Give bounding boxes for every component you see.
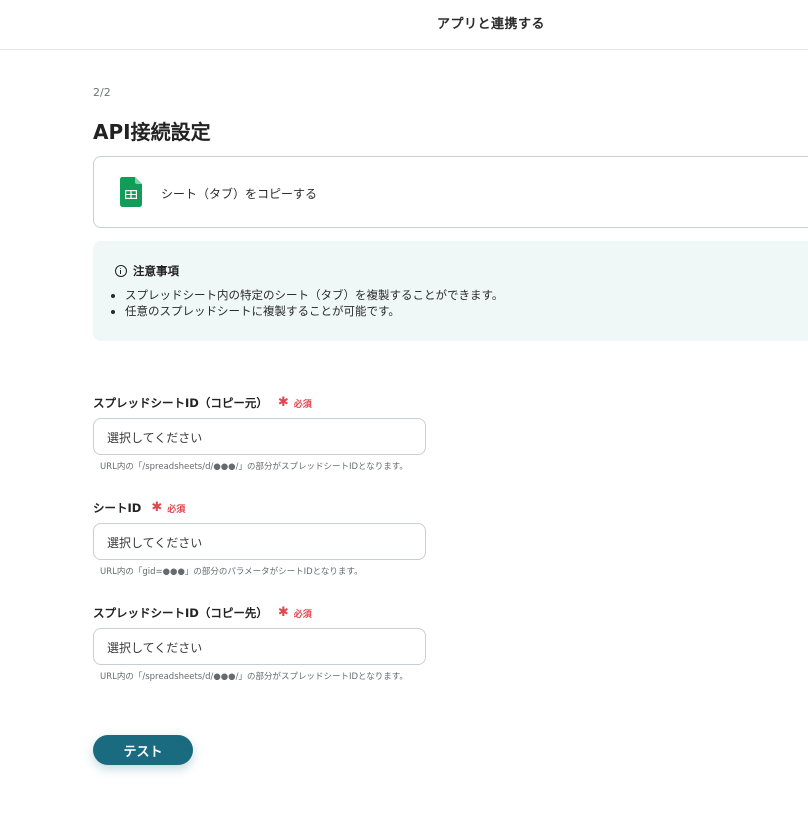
required-badge: ✱ 必須 xyxy=(277,605,312,620)
source-spreadsheet-id-label-row: スプレッドシートID（コピー元） ✱ 必須 xyxy=(93,395,312,411)
notice-list: スプレッドシート内の特定のシート（タブ）を複製することができます。 任意のスプレ… xyxy=(107,287,503,319)
asterisk-icon: ✱ xyxy=(277,395,289,410)
required-badge: ✱ 必須 xyxy=(151,500,186,515)
notice-item: スプレッドシート内の特定のシート（タブ）を複製することができます。 xyxy=(125,287,503,303)
page-title: API接続設定 xyxy=(93,120,211,144)
required-label: 必須 xyxy=(293,609,312,620)
required-label: 必須 xyxy=(293,399,312,410)
action-label: シート（タブ）をコピーする xyxy=(161,187,318,201)
select-placeholder: 選択してください xyxy=(107,536,203,550)
field-label: スプレッドシートID（コピー元） xyxy=(93,396,268,410)
field-label: シートID xyxy=(93,501,142,515)
required-badge: ✱ 必須 xyxy=(277,395,312,410)
sheet-id-label-row: シートID ✱ 必須 xyxy=(93,500,185,516)
top-header: アプリと連携する xyxy=(0,0,808,50)
select-placeholder: 選択してください xyxy=(107,431,203,445)
test-button[interactable]: テスト xyxy=(93,735,193,765)
google-sheets-icon xyxy=(120,177,142,207)
notice-item: 任意のスプレッドシートに複製することが可能です。 xyxy=(125,303,503,319)
info-icon xyxy=(115,265,127,277)
field-hint: URL内の「gid=●●●」の部分のパラメータがシートIDとなります。 xyxy=(100,567,363,577)
notice-header: 注意事項 xyxy=(115,263,179,279)
asterisk-icon: ✱ xyxy=(277,605,289,620)
source-spreadsheet-id-select[interactable]: 選択してください xyxy=(93,418,426,455)
destination-spreadsheet-id-select[interactable]: 選択してください xyxy=(93,628,426,665)
notice-title: 注意事項 xyxy=(133,264,179,278)
notice-box: 注意事項 スプレッドシート内の特定のシート（タブ）を複製することができます。 任… xyxy=(93,241,808,341)
step-indicator: 2/2 xyxy=(93,86,111,99)
selected-action-card[interactable]: シート（タブ）をコピーする xyxy=(93,156,808,228)
select-placeholder: 選択してください xyxy=(107,641,203,655)
destination-spreadsheet-id-label-row: スプレッドシートID（コピー先） ✱ 必須 xyxy=(93,605,312,621)
header-title: アプリと連携する xyxy=(437,17,546,32)
field-hint: URL内の「/spreadsheets/d/●●●/」の部分がスプレッドシートI… xyxy=(100,672,408,682)
field-label: スプレッドシートID（コピー先） xyxy=(93,606,268,620)
sheet-id-select[interactable]: 選択してください xyxy=(93,523,426,560)
field-hint: URL内の「/spreadsheets/d/●●●/」の部分がスプレッドシートI… xyxy=(100,462,408,472)
required-label: 必須 xyxy=(167,504,186,515)
asterisk-icon: ✱ xyxy=(151,500,163,515)
